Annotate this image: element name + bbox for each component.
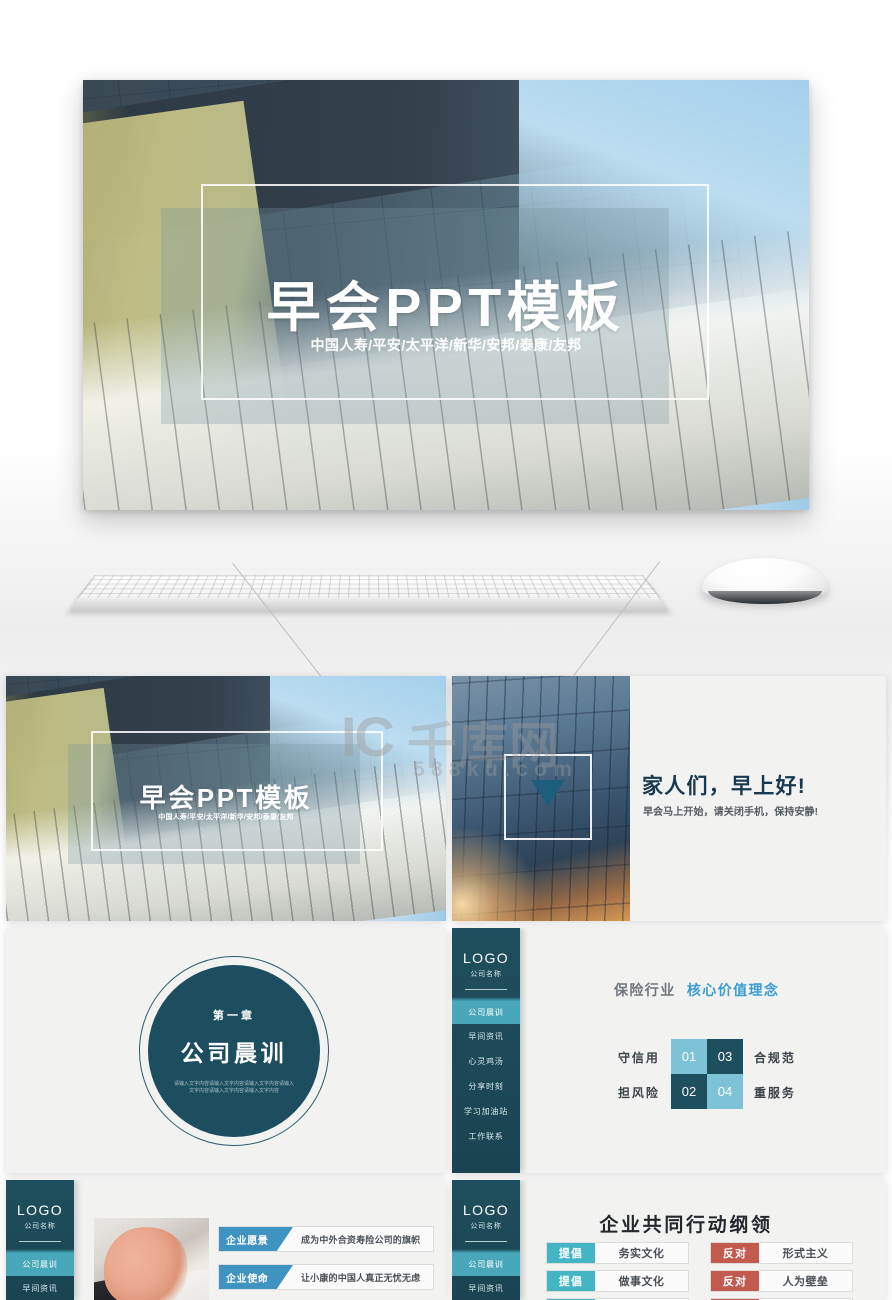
slide-action-guide[interactable]: LOGO 公司名称 公司晨训 早间资讯 企业共同行动纲领 提倡 务实文化 反对 … [452,1180,886,1300]
quad-cell-03[interactable]: 03 [707,1039,743,1074]
sidebar-item-share-moment[interactable]: 分享时刻 [452,1074,520,1099]
core-values-title-muted: 保险行业 [614,982,676,998]
chapter-disc: 第一章 公司晨训 请输入文字内容请输入文字内容请输入文字内容请输入文字内容请输入… [148,965,320,1137]
quad-cell-02[interactable]: 02 [671,1074,707,1109]
sidebar-item-work-contact[interactable]: 工作联系 [452,1124,520,1149]
hero-slide[interactable]: 早会PPT模板 中国人寿/平安/太平洋/新华/安邦/泰康/友邦 [83,80,809,510]
mouse [702,558,828,610]
chapter-description: 请输入文字内容请输入文字内容请输入文字内容请输入文字内容请输入文字内容请输入文字… [173,1080,294,1095]
quad-cell-01[interactable]: 01 [671,1039,707,1074]
sidebar-item-morning-news[interactable]: 早间资讯 [452,1024,520,1049]
vision-row[interactable]: 企业愿景 成为中外合资寿险公司的旗帜 [218,1226,434,1252]
sidebar-item-morning-training[interactable]: 公司晨训 [6,1249,74,1276]
slide-welcome[interactable]: 家人们，早上好! 早会马上开始，请关闭手机，保持安静! [452,676,886,921]
con-badge: 反对 [711,1271,759,1291]
core-values-title: 保险行业 核心价值理念 [614,980,779,1000]
sidebar-item-morning-news[interactable]: 早间资讯 [452,1276,520,1300]
chapter-number: 第一章 [212,1009,256,1022]
welcome-heading: 家人们，早上好! [641,775,807,798]
sidebar-item-morning-training[interactable]: 公司晨训 [452,1249,520,1276]
slide-core-values[interactable]: LOGO 公司名称 公司晨训 早间资讯 心灵鸡汤 分享时刻 学习加油站 工作联系… [452,928,886,1173]
quad-cell-04[interactable]: 04 [707,1074,743,1109]
quad-label-left-2: 担风险 [618,1086,660,1100]
sidebar: LOGO 公司名称 公司晨训 早间资讯 心灵鸡汤 分享时刻 学习加油站 工作联系 [452,928,520,1173]
pro-badge: 提倡 [547,1271,595,1291]
action-guide-title: 企业共同行动纲领 [599,1215,773,1236]
sidebar: LOGO 公司名称 公司晨训 早间资讯 [452,1180,520,1300]
con-value-2: 人为壁垒 [782,1276,829,1288]
mission-tag: 企业使命 [219,1265,293,1289]
quad-label-right-1: 合规范 [754,1051,796,1065]
welcome-paragraph: 早会马上开始，请关闭手机，保持安静! [642,807,819,818]
cover-thumb-title: 早会PPT模板 [139,783,313,813]
welcome-text-panel: 家人们，早上好! 早会马上开始，请关闭手机，保持安静! [630,676,886,921]
vision-mission-photo [94,1218,209,1300]
sidebar-item-morning-training[interactable]: 公司晨训 [452,997,520,1024]
page-root: 早会PPT模板 中国人寿/平安/太平洋/新华/安邦/泰康/友邦 早会PPT模板 … [0,0,892,1300]
action-row-con-1[interactable]: 反对 形式主义 [710,1242,853,1264]
sidebar-company-name: 公司名称 [470,971,502,978]
vision-tag: 企业愿景 [219,1227,293,1251]
action-row-pro-2[interactable]: 提倡 做事文化 [546,1270,689,1292]
core-values-quadrant: 01 03 02 04 [671,1039,743,1109]
slide-cover-thumb[interactable]: 早会PPT模板 中国人寿/平安/太平洋/新华/安邦/泰康/友邦 [6,676,446,921]
slide-chapter[interactable]: 第一章 公司晨训 请输入文字内容请输入文字内容请输入文字内容请输入文字内容请输入… [6,928,446,1173]
sidebar-item-morning-news[interactable]: 早间资讯 [6,1276,74,1300]
welcome-triangle-icon [531,780,565,806]
core-values-title-accent: 核心价值理念 [686,982,780,998]
mission-row[interactable]: 企业使命 让小康的中国人真正无忧无虑 [218,1264,434,1290]
hero-title: 早会PPT模板 [266,278,626,338]
sidebar-divider [19,1241,61,1242]
quad-label-right-2: 重服务 [754,1086,796,1100]
cover-thumb-subtitle: 中国人寿/平安/太平洋/新华/安邦/泰康/友邦 [158,814,294,821]
sidebar-item-study-station[interactable]: 学习加油站 [452,1099,520,1124]
hand-shape [95,1218,196,1300]
sidebar-company-name: 公司名称 [24,1223,56,1230]
sidebar-logo: LOGO [462,950,510,966]
pro-badge: 提倡 [547,1243,595,1263]
con-badge: 反对 [711,1243,759,1263]
action-row-pro-1[interactable]: 提倡 务实文化 [546,1242,689,1264]
slide-vision-mission[interactable]: LOGO 公司名称 公司晨训 早间资讯 企业愿景 成为中外合资寿险公司的旗帜 企… [6,1180,446,1300]
keyboard-keys [77,574,661,598]
vision-text: 成为中外合资寿险公司的旗帜 [301,1234,421,1245]
sidebar: LOGO 公司名称 公司晨训 早间资讯 [6,1180,74,1300]
action-row-con-2[interactable]: 反对 人为壁垒 [710,1270,853,1292]
hero-subtitle: 中国人寿/平安/太平洋/新华/安邦/泰康/友邦 [310,337,582,353]
mouse-base [708,591,822,604]
mission-text: 让小康的中国人真正无忧无虑 [301,1272,421,1283]
keyboard [68,560,670,612]
sidebar-divider [465,1241,507,1242]
pro-value-1: 务实文化 [618,1248,665,1260]
quad-label-left-1: 守信用 [618,1051,660,1065]
sidebar-divider [465,989,507,990]
pro-value-2: 做事文化 [618,1276,665,1288]
sidebar-logo: LOGO [16,1202,64,1218]
sidebar-item-soul-soup[interactable]: 心灵鸡汤 [452,1049,520,1074]
con-value-1: 形式主义 [782,1248,829,1260]
chapter-title: 公司晨训 [180,1039,288,1066]
